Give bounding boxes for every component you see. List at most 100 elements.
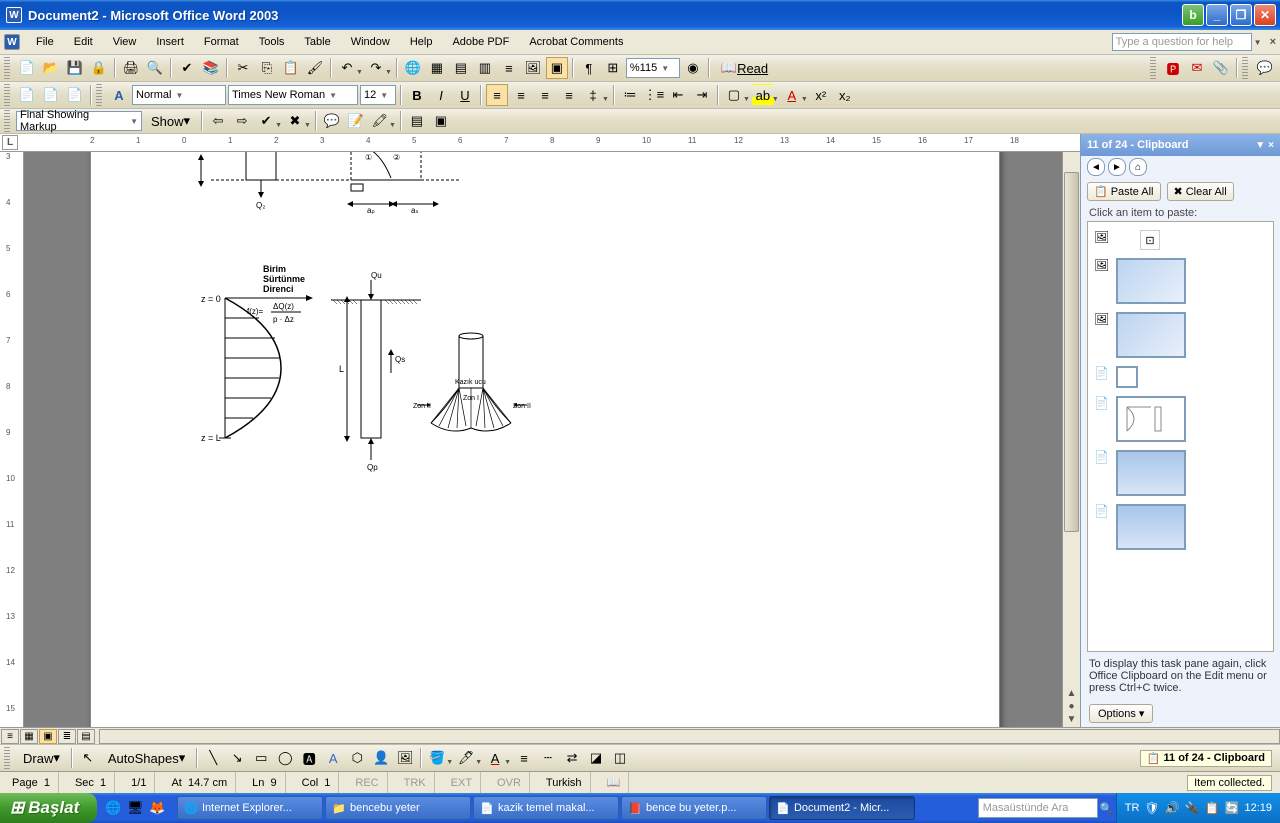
vertical-ruler[interactable]: 3456789101112131415 (0, 152, 24, 727)
prev-change-button[interactable]: ⇦ (207, 110, 229, 132)
search-go-icon[interactable]: 🔍 (1098, 802, 1116, 815)
clipboard-item[interactable]: 🖼⊡ (1092, 226, 1269, 254)
outline-view-button[interactable]: ≣ (58, 729, 76, 744)
zoom-fit-button[interactable]: ⊞ (602, 57, 624, 79)
toolbar-grip-rev[interactable] (4, 110, 10, 132)
numbering-button[interactable]: ≔ (619, 84, 641, 106)
paste-button[interactable]: 📋 (280, 57, 302, 79)
drawing-toggle-button[interactable]: 🖼 (522, 57, 544, 79)
horizontal-ruler[interactable]: L 210123456789101112131415161718 (0, 134, 1080, 152)
diagram-button[interactable]: ⬡ (346, 747, 368, 769)
status-lang[interactable]: Turkish (538, 772, 591, 793)
font-color-button[interactable]: A (781, 84, 803, 106)
start-button[interactable]: ⊞ Başlat (0, 793, 97, 823)
redo-button[interactable]: ↷ (365, 57, 387, 79)
indent-button[interactable]: ⇥ (691, 84, 713, 106)
arrow-button[interactable]: ↘ (226, 747, 248, 769)
format-painter-button[interactable]: 🖌 (304, 57, 326, 79)
tray-icon[interactable]: 🔌 (1185, 801, 1200, 815)
zoom-combo[interactable]: %115▼ (626, 58, 680, 78)
select-objects-button[interactable]: ↖ (77, 747, 99, 769)
clipboard-item[interactable]: 📄 (1092, 500, 1269, 554)
menu-table[interactable]: Table (294, 33, 340, 51)
underline-button[interactable]: U (454, 84, 476, 106)
paste-all-button[interactable]: 📋 Paste All (1087, 182, 1161, 201)
toolbar-grip-draw[interactable] (4, 747, 10, 769)
style-combo[interactable]: Normal▼ (132, 85, 226, 105)
save-button[interactable]: 💾 (64, 57, 86, 79)
subscript-button[interactable]: x₂ (834, 84, 856, 106)
normal-view-button[interactable]: ≡ (1, 729, 19, 744)
clipboard-item[interactable]: 📄 (1092, 446, 1269, 500)
new-comment-button[interactable]: 💬 (321, 110, 343, 132)
web-view-button[interactable]: ▦ (20, 729, 38, 744)
borders-button[interactable]: ▢ (723, 84, 745, 106)
reviewing-pane-button[interactable]: ▤ (406, 110, 428, 132)
firefox-icon[interactable]: 🦊 (147, 798, 167, 818)
dash-style-button[interactable]: ┄ (537, 747, 559, 769)
ie-icon[interactable]: 🌐 (103, 798, 123, 818)
rectangle-button[interactable]: ▭ (250, 747, 272, 769)
tray-icon[interactable]: 🔊 (1165, 801, 1180, 815)
clipboard-item[interactable]: 🖼 (1092, 254, 1269, 308)
reject-button[interactable]: ✖ (284, 110, 306, 132)
hyperlink-button[interactable]: 🌐 (402, 57, 424, 79)
clipart-button[interactable]: 👤 (370, 747, 392, 769)
read-button[interactable]: 📖 Read (714, 57, 775, 79)
nav-back-icon[interactable]: ◄ (1087, 158, 1105, 176)
prev-page-icon[interactable]: ▲ (1067, 688, 1077, 699)
reading-view-button[interactable]: ▤ (77, 729, 95, 744)
clipboard-options-button[interactable]: Options ▾ (1089, 704, 1153, 723)
status-ext[interactable]: EXT (443, 772, 481, 793)
highlight-tool-button[interactable]: 🖍 (369, 110, 391, 132)
bullets-button[interactable]: ⋮≡ (643, 84, 665, 106)
maximize-button[interactable]: ❐ (1230, 4, 1252, 26)
tray-clock[interactable]: 12:19 (1244, 802, 1272, 814)
styles-button[interactable]: A (108, 84, 130, 106)
close-button[interactable]: ✕ (1254, 4, 1276, 26)
doc-map-button[interactable]: ▣ (546, 57, 568, 79)
tray-lang[interactable]: TR (1125, 802, 1140, 814)
acrobat-comments-icon[interactable]: 💬 (1254, 57, 1276, 79)
pdf-make-icon[interactable]: 📄 (16, 84, 38, 106)
tray-icon[interactable]: 📋 (1205, 801, 1220, 815)
status-trk[interactable]: TRK (396, 772, 435, 793)
nav-home-icon[interactable]: ⌂ (1129, 158, 1147, 176)
line-color-button[interactable]: 🖊 (455, 747, 477, 769)
open-button[interactable]: 📂 (40, 57, 62, 79)
status-rec[interactable]: REC (347, 772, 387, 793)
task-pane-menu-icon[interactable]: ▼ (1255, 140, 1265, 151)
horizontal-scrollbar[interactable] (99, 729, 1280, 744)
track-changes-button[interactable]: 📝 (345, 110, 367, 132)
vertical-scrollbar[interactable]: ▲ ● ▼ (1062, 152, 1080, 727)
balloons-button[interactable]: ▣ (430, 110, 452, 132)
menu-insert[interactable]: Insert (146, 33, 194, 51)
new-doc-button[interactable]: 📄 (16, 57, 38, 79)
research-button[interactable]: 📚 (200, 57, 222, 79)
tab-selector[interactable]: L (2, 135, 18, 150)
pdf-icon-3[interactable]: 📎 (1210, 57, 1232, 79)
3d-button[interactable]: ◫ (609, 747, 631, 769)
accept-button[interactable]: ✔ (255, 110, 277, 132)
desktop-search[interactable]: Masaüstünde Ara (978, 798, 1098, 818)
italic-button[interactable]: I (430, 84, 452, 106)
autoshapes-menu[interactable]: AutoShapes ▾ (101, 747, 192, 769)
toolbar-grip-fmt2[interactable] (96, 84, 102, 106)
oval-button[interactable]: ◯ (274, 747, 296, 769)
wordart-button[interactable]: A (322, 747, 344, 769)
toolbar-grip-fmt[interactable] (4, 84, 10, 106)
tray-icon[interactable]: 🔄 (1225, 801, 1240, 815)
line-spacing-button[interactable]: ‡ (582, 84, 604, 106)
menu-adobe-pdf[interactable]: Adobe PDF (442, 33, 519, 51)
bold-button[interactable]: B (406, 84, 428, 106)
menu-view[interactable]: View (103, 33, 147, 51)
menu-window[interactable]: Window (341, 33, 400, 51)
status-spell-icon[interactable]: 📖 (599, 772, 630, 793)
tray-icon[interactable]: 🛡 (1144, 801, 1159, 815)
print-view-button[interactable]: ▣ (39, 729, 57, 744)
insert-table-button[interactable]: ▤ (450, 57, 472, 79)
arrow-style-button[interactable]: ⇄ (561, 747, 583, 769)
permission-button[interactable]: 🔒 (88, 57, 110, 79)
columns-button[interactable]: ≡ (498, 57, 520, 79)
toolbar-grip-2[interactable] (1150, 57, 1156, 79)
